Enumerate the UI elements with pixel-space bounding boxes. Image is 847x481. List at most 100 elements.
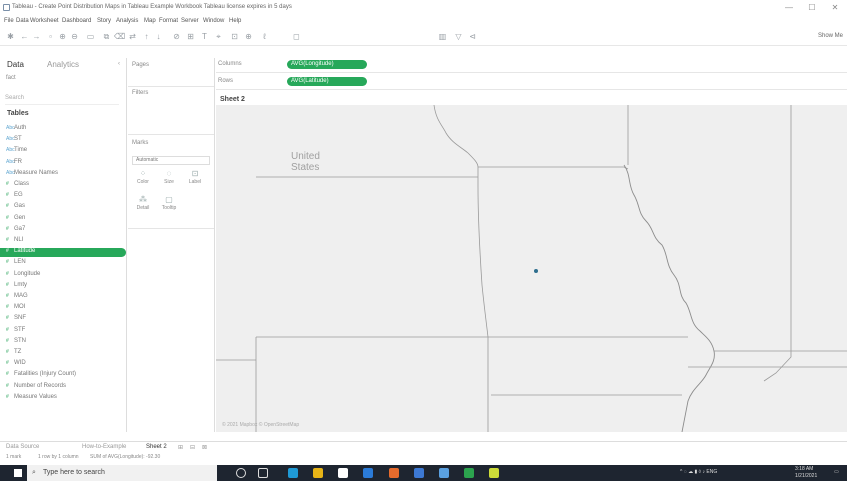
maximize-button[interactable]: ☐ — [803, 2, 821, 14]
app-icon-blue[interactable] — [414, 468, 424, 478]
tab-sheet-1[interactable]: How-to-Example — [82, 444, 126, 450]
marks-detail-button[interactable]: ⁂ Detail — [132, 194, 154, 214]
clock-time[interactable]: 3:18 AM — [795, 466, 813, 472]
tab-data-source[interactable]: Data Source — [6, 444, 39, 450]
close-button[interactable]: ✕ — [826, 2, 844, 14]
menu-analysis[interactable]: Analysis — [116, 18, 138, 24]
notification-icon[interactable]: ▭ — [834, 469, 839, 475]
field-item[interactable]: # EG — [0, 192, 126, 201]
field-item[interactable]: # Measure Values — [0, 394, 126, 403]
sort-asc-icon[interactable]: ↑ — [142, 32, 151, 41]
file-explorer-icon[interactable] — [313, 468, 323, 478]
show-me-button[interactable]: Show Me — [818, 33, 843, 39]
tab-analytics[interactable]: Analytics — [47, 60, 79, 69]
marks-color-button[interactable]: ⁘ Color — [132, 168, 154, 188]
field-item[interactable]: # NLI — [0, 237, 126, 246]
tray-icons[interactable]: ^ ◌ ☁ ▮ ◊ ♪ ENG — [680, 469, 717, 475]
tooltip-icon[interactable]: ℓ — [260, 32, 269, 41]
chart-icon[interactable]: ▥ — [438, 32, 447, 41]
menu-file[interactable]: File — [4, 18, 14, 24]
tableau-icon[interactable]: ✱ — [6, 32, 15, 41]
highlight-icon[interactable]: ⊘ — [172, 32, 181, 41]
field-item[interactable]: # Class — [0, 181, 126, 190]
field-item[interactable]: # Number of Records — [0, 383, 126, 392]
field-item[interactable]: # Longitude — [0, 271, 126, 280]
field-item[interactable]: AbcFR — [0, 159, 126, 168]
cortana-icon[interactable] — [236, 468, 246, 478]
mark-type-dropdown[interactable]: Automatic — [132, 156, 210, 165]
task-view-icon[interactable] — [258, 468, 268, 478]
field-item[interactable]: # MOI — [0, 304, 126, 313]
pin-icon[interactable]: ⊕ — [244, 32, 253, 41]
field-item[interactable]: # WID — [0, 360, 126, 369]
menu-format[interactable]: Format — [159, 18, 178, 24]
field-search-input[interactable]: Search — [5, 95, 119, 105]
clear-icon[interactable]: ⌫ — [114, 32, 125, 41]
marks-size-button[interactable]: ◌ Size — [158, 168, 180, 188]
field-item[interactable]: # Fatalities (Injury Count) — [0, 371, 126, 380]
mail-icon[interactable] — [363, 468, 373, 478]
marks-tooltip-button[interactable]: ▢ Tooltip — [158, 194, 180, 214]
field-item[interactable]: # Gas — [0, 203, 126, 212]
menu-story[interactable]: Story — [97, 18, 111, 24]
field-item[interactable]: # Latitude — [0, 248, 126, 258]
field-item[interactable]: AbcAuth — [0, 125, 126, 134]
field-item[interactable]: # TZ — [0, 349, 126, 358]
menu-map[interactable]: Map — [144, 18, 156, 24]
field-item[interactable]: # MAG — [0, 293, 126, 302]
field-item[interactable]: AbcST — [0, 136, 126, 145]
field-item[interactable]: # LEN — [0, 259, 126, 268]
field-item[interactable]: # STF — [0, 327, 126, 336]
tab-sheet-2[interactable]: Sheet 2 — [146, 444, 167, 450]
columns-pill[interactable]: AVG(Longitude) — [287, 60, 367, 69]
field-item[interactable]: # SNF — [0, 315, 126, 324]
datasource-name[interactable]: fact — [6, 75, 16, 81]
field-item[interactable]: # Ga7 — [0, 226, 126, 235]
duplicate-icon[interactable]: ⧉ — [102, 32, 111, 41]
share-icon[interactable]: ⊲ — [468, 32, 477, 41]
map-attribution[interactable]: © 2021 Mapbox © OpenStreetMap — [222, 422, 299, 428]
app-icon-green[interactable] — [464, 468, 474, 478]
taskbar-search-input[interactable]: ⌕ Type here to search — [27, 465, 217, 481]
presentation-icon[interactable]: ◻ — [292, 32, 301, 41]
menu-help[interactable]: Help — [229, 18, 241, 24]
windows-start-icon[interactable] — [14, 469, 22, 477]
swap-icon[interactable]: ⇄ — [128, 32, 137, 41]
new-datasource-icon[interactable]: ⊕ — [58, 32, 67, 41]
filter-icon[interactable]: ▽ — [454, 32, 463, 41]
new-sheet-icon[interactable]: ▭ — [86, 32, 95, 41]
field-item[interactable]: # Lmty — [0, 282, 126, 291]
app-icon-lime[interactable] — [489, 468, 499, 478]
app-icon-orange[interactable] — [389, 468, 399, 478]
new-worksheet-icon[interactable]: ⊞ — [178, 444, 183, 451]
minimize-button[interactable]: — — [780, 2, 798, 14]
field-item[interactable]: AbcTime — [0, 147, 126, 156]
store-icon[interactable] — [338, 468, 348, 478]
field-item[interactable]: # STN — [0, 338, 126, 347]
rows-pill[interactable]: AVG(Latitude) — [287, 77, 367, 86]
fit-icon[interactable]: ⊡ — [230, 32, 239, 41]
new-dashboard-icon[interactable]: ⊟ — [190, 444, 195, 451]
tableau-taskbar-icon[interactable] — [439, 468, 449, 478]
menu-server[interactable]: Server — [181, 18, 199, 24]
save-icon[interactable]: ▫ — [46, 32, 55, 41]
fix-axes-icon[interactable]: ⌖ — [214, 32, 223, 41]
pause-icon[interactable]: ⊖ — [70, 32, 79, 41]
menu-worksheet[interactable]: Worksheet — [30, 18, 59, 24]
field-item[interactable]: AbcMeasure Names — [0, 170, 126, 179]
menu-data[interactable]: Data — [16, 18, 29, 24]
map-view[interactable]: United States © 2021 Mapbox © OpenStreet… — [216, 105, 847, 432]
new-story-icon[interactable]: ⊠ — [202, 444, 207, 451]
edge-browser-icon[interactable] — [288, 468, 298, 478]
sort-desc-icon[interactable]: ↓ — [154, 32, 163, 41]
collapse-icon[interactable]: ‹ — [118, 61, 120, 67]
tab-data[interactable]: Data — [7, 60, 24, 69]
menu-dashboard[interactable]: Dashboard — [62, 18, 91, 24]
clock-date[interactable]: 1/21/2021 — [795, 473, 817, 479]
redo-icon[interactable]: → — [32, 32, 41, 41]
field-item[interactable]: # Gen — [0, 215, 126, 224]
group-icon[interactable]: ⊞ — [186, 32, 195, 41]
undo-icon[interactable]: ← — [20, 32, 29, 41]
marks-label-button[interactable]: ⊡ Label — [184, 168, 206, 188]
label-icon[interactable]: T — [200, 32, 209, 41]
